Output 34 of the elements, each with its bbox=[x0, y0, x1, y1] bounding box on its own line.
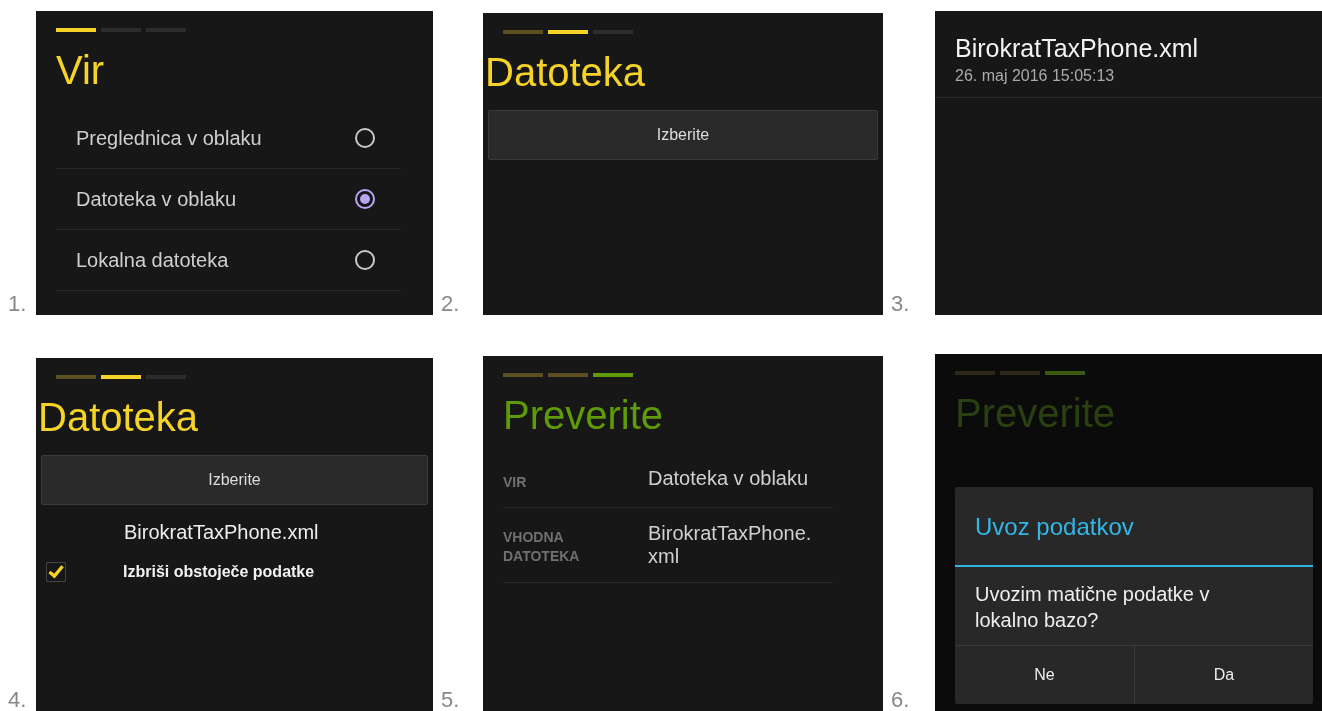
file-name: BirokratTaxPhone.xml bbox=[124, 521, 320, 544]
checkbox[interactable] bbox=[46, 562, 66, 582]
screen-title: Vir bbox=[56, 47, 106, 94]
option-label: Datoteka v oblaku bbox=[76, 187, 237, 211]
source-option[interactable]: Preglednica v oblaku bbox=[56, 108, 401, 169]
dialog-message: Uvozim matične podatke v lokalno bazo? bbox=[974, 582, 1211, 633]
source-option[interactable]: Datoteka v oblaku bbox=[56, 169, 401, 230]
step-number: 5. bbox=[440, 689, 461, 711]
radio-button[interactable] bbox=[355, 250, 375, 270]
choose-button[interactable]: Izberite bbox=[488, 110, 878, 160]
review-value: Datoteka v oblaku bbox=[648, 467, 810, 490]
screen-title: Datoteka bbox=[485, 49, 647, 96]
review-label: VHODNA DATOTEKA bbox=[503, 527, 581, 567]
dialog-title: Uvoz podatkov bbox=[955, 487, 1313, 567]
dialog-button[interactable]: Ne bbox=[955, 646, 1134, 704]
review-label: VIR bbox=[503, 473, 528, 492]
file-name[interactable]: BirokratTaxPhone.xml bbox=[955, 34, 1302, 63]
step-number: 1. bbox=[7, 293, 28, 315]
option-label: Preglednica v oblaku bbox=[76, 126, 262, 150]
screen-title: Preverite bbox=[503, 392, 665, 439]
step-number: 6. bbox=[890, 689, 911, 711]
checkbox-label: Izbriši obstoječe podatke bbox=[123, 563, 315, 581]
dialog-button[interactable]: Da bbox=[1134, 646, 1313, 704]
screen-title: Datoteka bbox=[38, 394, 200, 441]
review-value: BirokratTaxPhone. xml bbox=[648, 521, 813, 568]
choose-button[interactable]: Izberite bbox=[41, 455, 428, 505]
step-number: 4. bbox=[7, 689, 28, 711]
file-date: 26. maj 2016 15:05:13 bbox=[955, 67, 1116, 85]
step-number: 3. bbox=[890, 293, 911, 315]
option-label: Lokalna datoteka bbox=[76, 248, 229, 272]
step-number: 2. bbox=[440, 293, 461, 315]
radio-button[interactable] bbox=[355, 128, 375, 148]
source-option[interactable]: Lokalna datoteka bbox=[56, 230, 401, 291]
radio-button[interactable] bbox=[355, 189, 375, 209]
